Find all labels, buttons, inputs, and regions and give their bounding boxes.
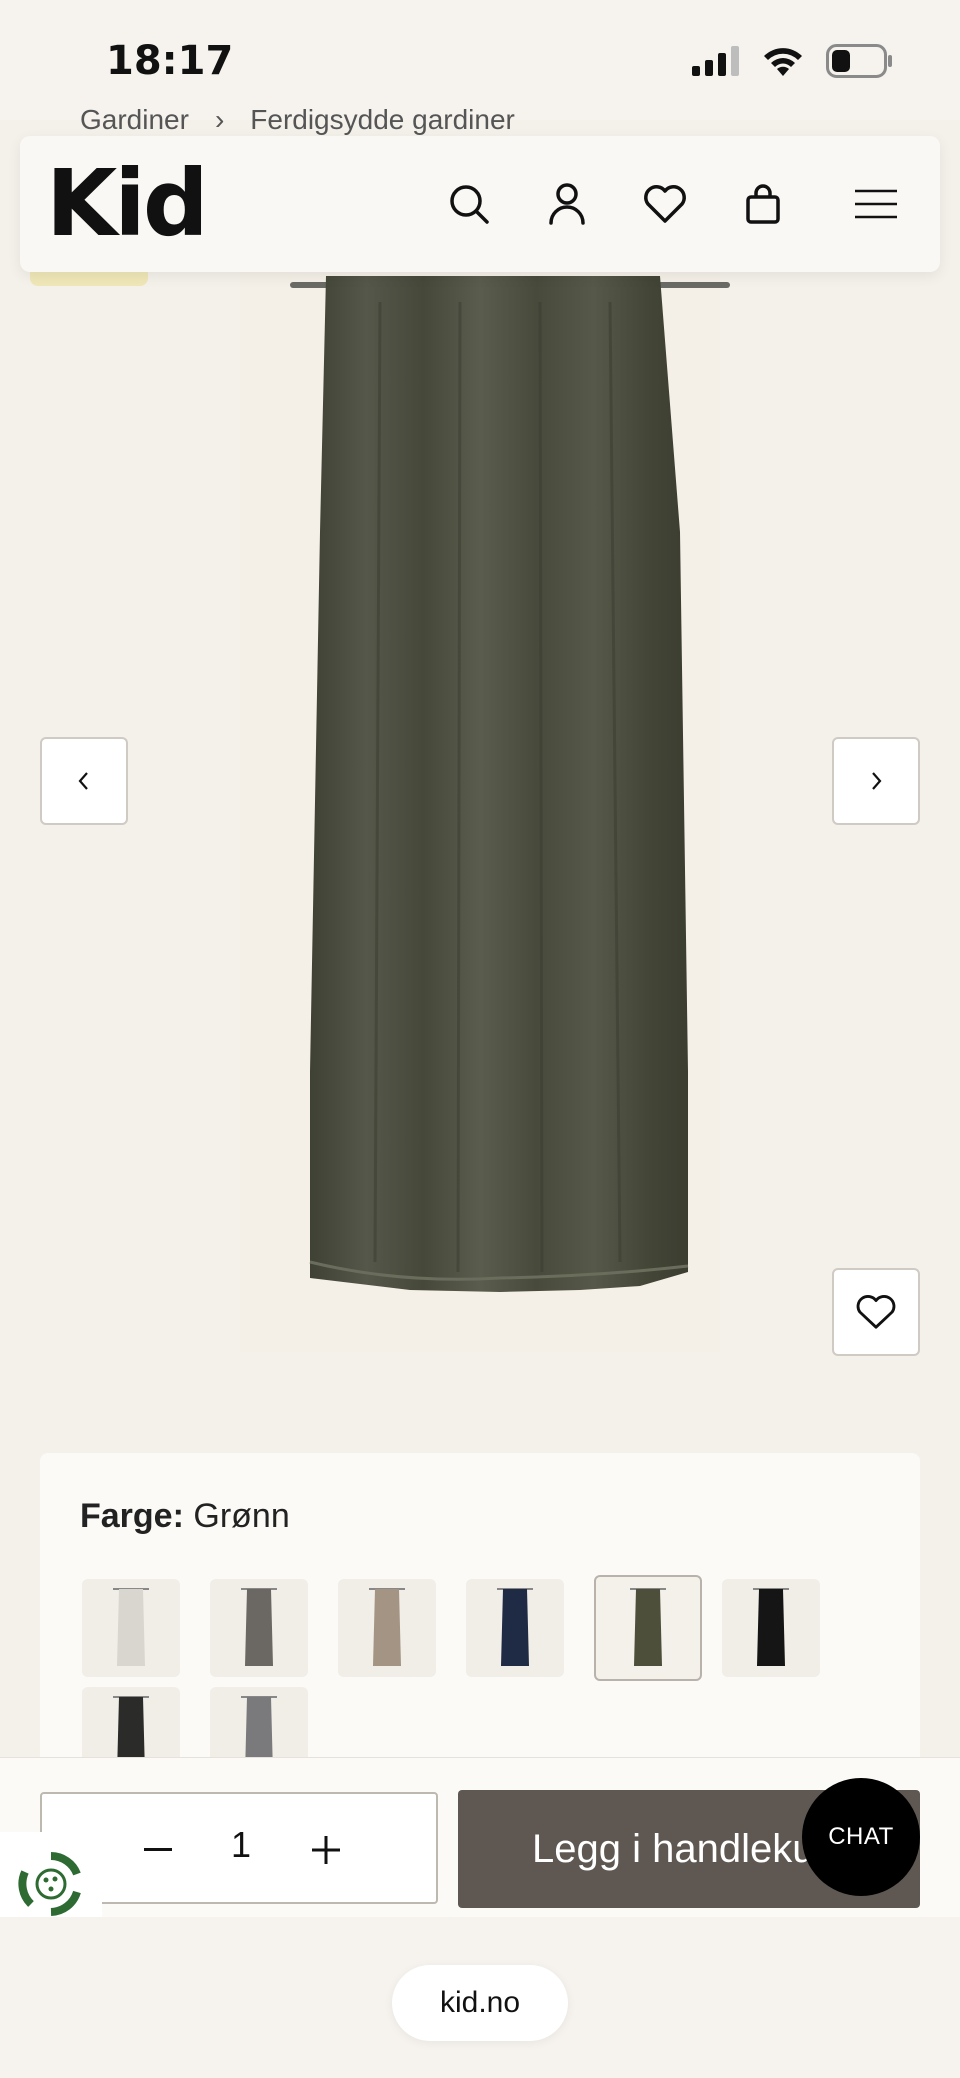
swatch-curtain-thumbnail bbox=[630, 1588, 666, 1666]
color-swatch[interactable] bbox=[82, 1579, 180, 1677]
selected-color-name: Grønn bbox=[193, 1497, 290, 1535]
url-text: kid.no bbox=[439, 1986, 521, 2019]
previous-image-button[interactable] bbox=[40, 737, 128, 825]
breadcrumb-item-gardiner[interactable]: Gardiner bbox=[80, 104, 189, 136]
wishlist-icon bbox=[644, 185, 686, 223]
breadcrumb-item-ferdigsydde[interactable]: Ferdigsydde gardiner bbox=[250, 104, 515, 136]
color-swatch[interactable] bbox=[722, 1579, 820, 1677]
logo[interactable]: Kid bbox=[46, 150, 209, 257]
cellular-signal-icon bbox=[692, 46, 739, 76]
status-time: 18:17 bbox=[106, 38, 234, 84]
product-gallery bbox=[0, 272, 960, 1432]
menu-icon bbox=[855, 189, 897, 219]
chat-button[interactable]: CHAT bbox=[802, 1778, 920, 1896]
color-swatch[interactable] bbox=[210, 1579, 308, 1677]
color-swatch[interactable] bbox=[338, 1579, 436, 1677]
chat-label: CHAT bbox=[828, 1823, 894, 1850]
chevron-left-icon bbox=[78, 772, 88, 790]
decrease-quantity-button[interactable] bbox=[130, 1822, 186, 1878]
swatch-curtain-thumbnail bbox=[369, 1588, 405, 1666]
color-label-title: Farge: bbox=[80, 1497, 184, 1535]
url-bar[interactable]: kid.no bbox=[392, 1965, 568, 2041]
color-swatch[interactable] bbox=[594, 1575, 702, 1681]
chevron-right-icon: › bbox=[214, 104, 225, 135]
cart-icon bbox=[746, 184, 780, 224]
header-icons bbox=[420, 136, 940, 272]
account-button[interactable] bbox=[518, 136, 616, 272]
search-icon bbox=[450, 185, 489, 224]
plus-icon bbox=[312, 1836, 340, 1864]
cart-button[interactable] bbox=[714, 136, 812, 272]
account-icon bbox=[549, 183, 585, 225]
color-swatch[interactable] bbox=[466, 1579, 564, 1677]
browser-bar: kid.no bbox=[0, 1917, 960, 2078]
recycle-icon bbox=[18, 1852, 81, 1916]
status-bar: 18:17 bbox=[0, 0, 960, 120]
add-to-wishlist-button[interactable] bbox=[832, 1268, 920, 1356]
wifi-icon bbox=[764, 48, 802, 76]
chevron-right-icon bbox=[872, 772, 882, 790]
heart-icon bbox=[856, 1295, 896, 1329]
swatch-curtain-thumbnail bbox=[753, 1588, 789, 1666]
add-to-cart-label: Legg i handlekurv bbox=[532, 1826, 848, 1871]
next-image-button[interactable] bbox=[832, 737, 920, 825]
menu-button[interactable] bbox=[812, 136, 940, 272]
swatch-curtain-thumbnail bbox=[113, 1588, 149, 1666]
search-button[interactable] bbox=[420, 136, 518, 272]
quantity-value[interactable]: 1 bbox=[218, 1824, 264, 1866]
color-selector: Farge: Grønn bbox=[40, 1453, 920, 1785]
sale-badge bbox=[30, 272, 148, 286]
product-image bbox=[290, 276, 730, 1292]
color-label: Farge: Grønn bbox=[80, 1497, 290, 1536]
swatch-curtain-thumbnail bbox=[497, 1588, 533, 1666]
site-header: Kid bbox=[20, 136, 940, 272]
wishlist-button[interactable] bbox=[616, 136, 714, 272]
status-icons bbox=[692, 44, 894, 78]
breadcrumb: Gardiner › Ferdigsydde gardiner bbox=[80, 104, 515, 136]
increase-quantity-button[interactable] bbox=[298, 1822, 354, 1878]
minus-icon bbox=[144, 1848, 172, 1851]
swatch-curtain-thumbnail bbox=[241, 1588, 277, 1666]
battery-icon bbox=[826, 44, 892, 78]
